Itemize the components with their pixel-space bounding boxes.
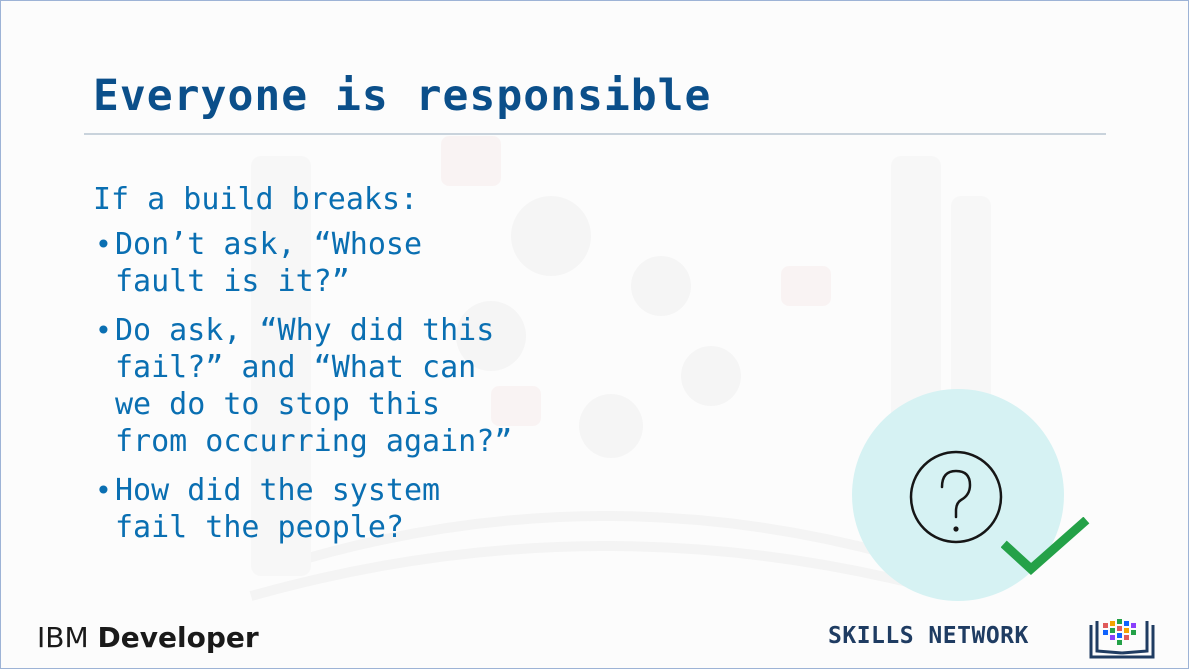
bullet-line: fault is it?”	[115, 264, 350, 299]
bullet-line: How did the system	[115, 473, 441, 508]
bullet-dot: •	[95, 474, 112, 507]
bullet-line: we do to stop this	[115, 387, 441, 422]
bullet-list: • Don’t ask, “Whose fault is it?” • Do a…	[93, 226, 653, 546]
question-mark-circle-icon	[909, 450, 1003, 544]
checkmark-icon	[1001, 517, 1090, 576]
skills-network-label: SKILLS NETWORK	[828, 623, 1029, 649]
bullet-item: • Don’t ask, “Whose fault is it?”	[93, 226, 653, 300]
bullet-line: fail the people?	[115, 510, 404, 545]
bullet-line: from occurring again?”	[115, 424, 513, 459]
bullet-item: • Do ask, “Why did this fail?” and “What…	[93, 312, 653, 460]
bullet-line: fail?” and “What can	[115, 350, 477, 385]
brand-bold: Developer	[97, 621, 259, 654]
title-divider	[84, 133, 1106, 135]
slide-frame: Everyone is responsible If a build break…	[0, 0, 1189, 669]
ibm-developer-logo: IBM Developer	[37, 621, 259, 654]
lead-text: If a build breaks:	[93, 182, 419, 217]
bullet-line: Don’t ask, “Whose	[115, 227, 423, 262]
bullet-line: Do ask, “Why did this	[115, 313, 495, 348]
bullet-item: • How did the system fail the people?	[93, 472, 653, 546]
brand-light: IBM	[37, 621, 89, 654]
bullet-dot: •	[95, 228, 112, 261]
slide-body: If a build breaks: • Don’t ask, “Whose f…	[93, 181, 653, 558]
bullet-dot: •	[95, 314, 112, 347]
slide-title: Everyone is responsible	[93, 71, 712, 121]
skills-network-book-icon	[1089, 619, 1155, 659]
